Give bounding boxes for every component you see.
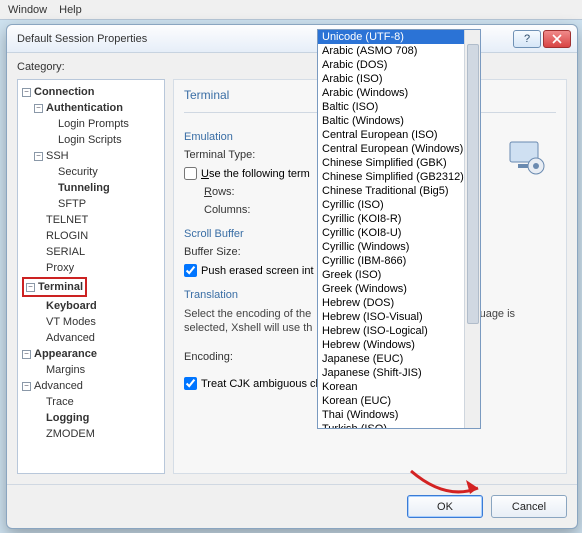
checkbox-use-following[interactable] bbox=[184, 167, 197, 180]
gear-monitor-icon bbox=[506, 136, 548, 178]
close-icon bbox=[552, 34, 562, 44]
tree-login-prompts[interactable]: Login Prompts bbox=[58, 116, 129, 132]
tree-authentication[interactable]: Authentication bbox=[46, 100, 123, 116]
label-columns: Columns: bbox=[204, 204, 334, 216]
encoding-option[interactable]: Cyrillic (ISO) bbox=[318, 198, 480, 212]
encoding-option[interactable]: Central European (Windows) bbox=[318, 142, 480, 156]
encoding-option[interactable]: Arabic (ASMO 708) bbox=[318, 44, 480, 58]
encoding-option[interactable]: Japanese (EUC) bbox=[318, 352, 480, 366]
tree-proxy[interactable]: Proxy bbox=[46, 260, 74, 276]
encoding-option[interactable]: Hebrew (ISO-Visual) bbox=[318, 310, 480, 324]
main-row: −Connection −Authentication Login Prompt… bbox=[17, 79, 567, 474]
encoding-option[interactable]: Cyrillic (KOI8-U) bbox=[318, 226, 480, 240]
label-terminal-type: Terminal Type: bbox=[184, 149, 314, 161]
help-button[interactable]: ? bbox=[513, 30, 541, 48]
tree-advanced2[interactable]: Advanced bbox=[34, 378, 83, 394]
encoding-option[interactable]: Chinese Traditional (Big5) bbox=[318, 184, 480, 198]
label-rows: Rows: bbox=[204, 186, 334, 198]
collapse-icon[interactable]: − bbox=[22, 382, 31, 391]
encoding-option[interactable]: Cyrillic (Windows) bbox=[318, 240, 480, 254]
cancel-button[interactable]: Cancel bbox=[491, 495, 567, 518]
encoding-dropdown[interactable]: Unicode (UTF-8)Arabic (ASMO 708)Arabic (… bbox=[317, 29, 481, 429]
tree-rlogin[interactable]: RLOGIN bbox=[46, 228, 88, 244]
encoding-option[interactable]: Arabic (DOS) bbox=[318, 58, 480, 72]
encoding-option[interactable]: Greek (Windows) bbox=[318, 282, 480, 296]
collapse-icon[interactable]: − bbox=[22, 88, 31, 97]
tree-margins[interactable]: Margins bbox=[46, 362, 85, 378]
encoding-option[interactable]: Arabic (ISO) bbox=[318, 72, 480, 86]
tree-connection[interactable]: Connection bbox=[34, 84, 95, 100]
tree-sftp[interactable]: SFTP bbox=[58, 196, 86, 212]
encoding-option[interactable]: Baltic (Windows) bbox=[318, 114, 480, 128]
tree-ssh[interactable]: SSH bbox=[46, 148, 69, 164]
dialog-body: Category: −Connection −Authentication Lo… bbox=[7, 53, 577, 484]
label-use-following: UUse the following termse the following … bbox=[201, 168, 310, 180]
dialog-footer: OK Cancel bbox=[7, 484, 577, 528]
encoding-option[interactable]: Korean bbox=[318, 380, 480, 394]
scrollbar[interactable] bbox=[464, 30, 480, 428]
menubar: Window Help bbox=[0, 0, 582, 20]
encoding-option[interactable]: Chinese Simplified (GBK) bbox=[318, 156, 480, 170]
encoding-option[interactable]: Turkish (ISO) bbox=[318, 422, 480, 428]
encoding-option[interactable]: Cyrillic (IBM-866) bbox=[318, 254, 480, 268]
checkbox-treat-cjk[interactable] bbox=[184, 377, 197, 390]
tree-login-scripts[interactable]: Login Scripts bbox=[58, 132, 122, 148]
encoding-option[interactable]: Greek (ISO) bbox=[318, 268, 480, 282]
close-button[interactable] bbox=[543, 30, 571, 48]
encoding-option[interactable]: Chinese Simplified (GB2312) bbox=[318, 170, 480, 184]
encoding-option[interactable]: Baltic (ISO) bbox=[318, 100, 480, 114]
encoding-option[interactable]: Thai (Windows) bbox=[318, 408, 480, 422]
collapse-icon[interactable]: − bbox=[26, 283, 35, 292]
tree-trace[interactable]: Trace bbox=[46, 394, 74, 410]
tree-serial[interactable]: SERIAL bbox=[46, 244, 85, 260]
collapse-icon[interactable]: − bbox=[34, 152, 43, 161]
label-push-erased: Push erased screen int bbox=[201, 265, 314, 277]
encoding-option[interactable]: Hebrew (DOS) bbox=[318, 296, 480, 310]
tree-security[interactable]: Security bbox=[58, 164, 98, 180]
tree-tunneling[interactable]: Tunneling bbox=[58, 180, 110, 196]
encoding-option[interactable]: Hebrew (ISO-Logical) bbox=[318, 324, 480, 338]
tree-advanced[interactable]: Advanced bbox=[46, 330, 95, 346]
titlebar: Default Session Properties ? bbox=[7, 25, 577, 53]
encoding-option[interactable]: Hebrew (Windows) bbox=[318, 338, 480, 352]
tree-vt-modes[interactable]: VT Modes bbox=[46, 314, 96, 330]
encoding-option[interactable]: Arabic (Windows) bbox=[318, 86, 480, 100]
collapse-icon[interactable]: − bbox=[22, 350, 31, 359]
label-buffer-size: Buffer Size: bbox=[184, 246, 314, 258]
tree-terminal-highlight: −Terminal bbox=[22, 277, 87, 297]
encoding-option[interactable]: Korean (EUC) bbox=[318, 394, 480, 408]
scrollbar-thumb[interactable] bbox=[467, 44, 479, 324]
tree-telnet[interactable]: TELNET bbox=[46, 212, 88, 228]
tree-logging[interactable]: Logging bbox=[46, 410, 89, 426]
tree-keyboard[interactable]: Keyboard bbox=[46, 298, 97, 314]
tree-terminal[interactable]: Terminal bbox=[38, 279, 83, 295]
tree-appearance[interactable]: Appearance bbox=[34, 346, 97, 362]
dialog-default-session-properties: Default Session Properties ? Category: −… bbox=[6, 24, 578, 529]
label-encoding: Encoding: bbox=[184, 351, 314, 363]
checkbox-push-erased[interactable] bbox=[184, 264, 197, 277]
tree-zmodem[interactable]: ZMODEM bbox=[46, 426, 95, 442]
ok-button[interactable]: OK bbox=[407, 495, 483, 518]
category-tree[interactable]: −Connection −Authentication Login Prompt… bbox=[17, 79, 165, 474]
encoding-option[interactable]: Japanese (Shift-JIS) bbox=[318, 366, 480, 380]
menu-help[interactable]: Help bbox=[59, 4, 82, 16]
encoding-option[interactable]: Central European (ISO) bbox=[318, 128, 480, 142]
menu-window[interactable]: Window bbox=[8, 4, 47, 16]
encoding-option[interactable]: Cyrillic (KOI8-R) bbox=[318, 212, 480, 226]
collapse-icon[interactable]: − bbox=[34, 104, 43, 113]
category-label: Category: bbox=[17, 61, 567, 73]
encoding-option[interactable]: Unicode (UTF-8) bbox=[318, 30, 480, 44]
